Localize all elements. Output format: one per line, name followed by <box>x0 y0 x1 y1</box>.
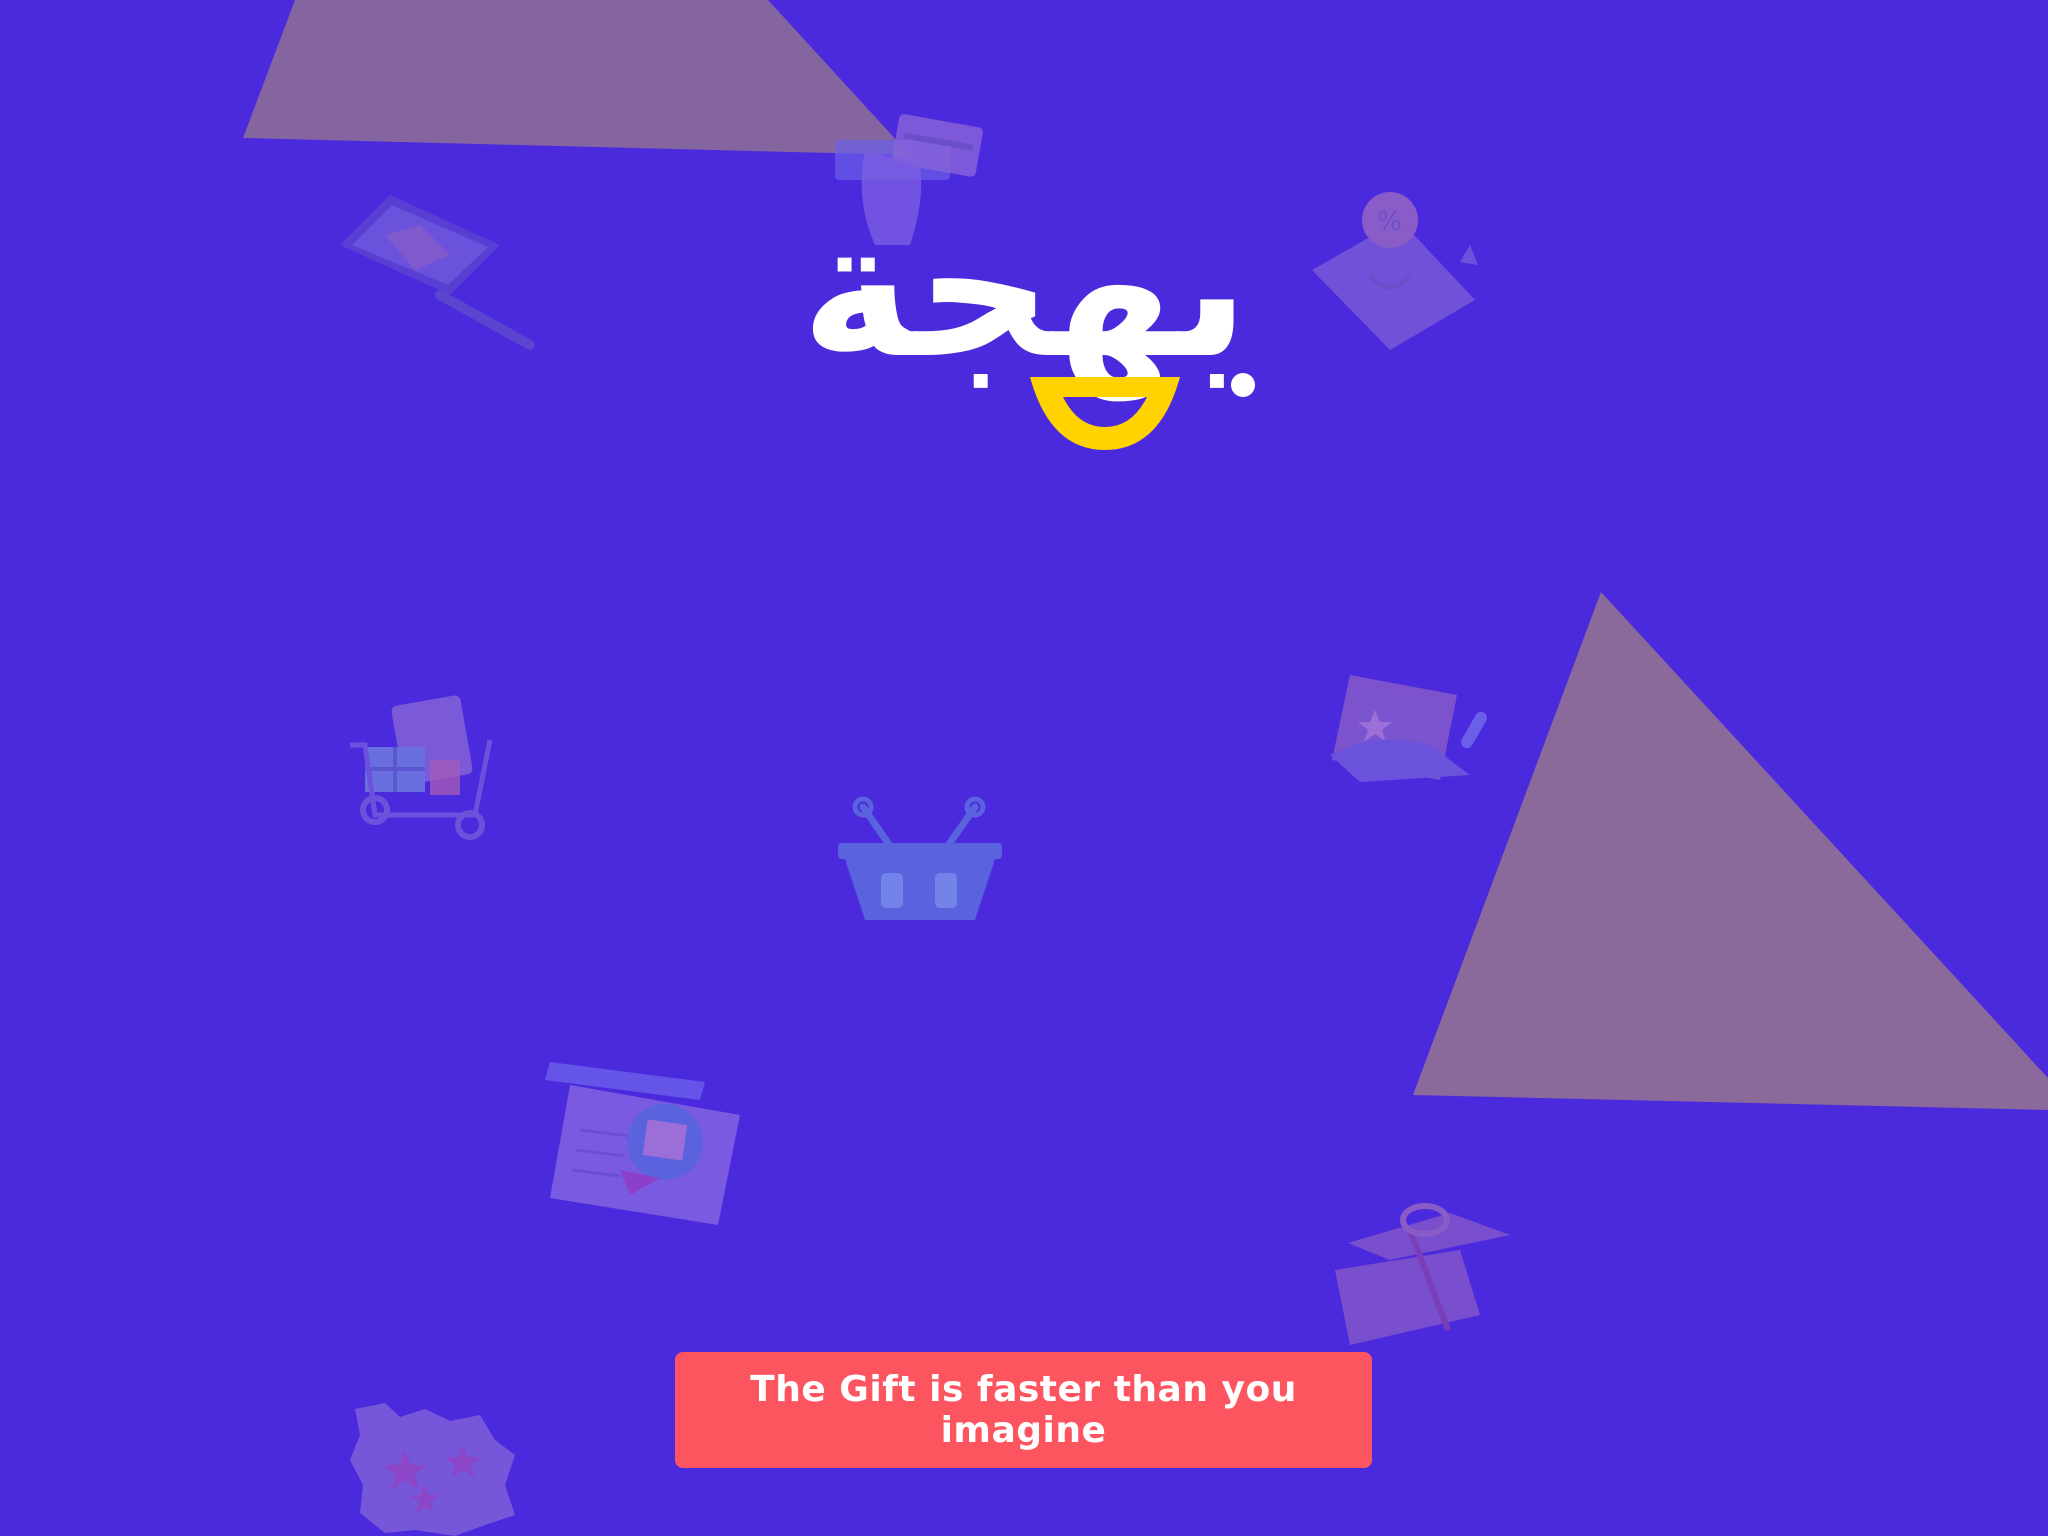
top-left-triangle <box>243 0 910 155</box>
splash-screen: % بهجة The Gift is faster than you imagi… <box>0 0 2048 1536</box>
logo-dot <box>1231 373 1255 397</box>
gift-hand-icon <box>1330 675 1487 782</box>
logo-wordmark: بهجة <box>801 185 1250 402</box>
cta-button[interactable]: The Gift is faster than you imagine <box>675 1352 1372 1468</box>
logo-smile <box>1030 377 1180 450</box>
laptop-package-icon <box>340 195 535 350</box>
bahja-logo: بهجة <box>801 185 1255 450</box>
right-triangle <box>1413 592 2048 1110</box>
discount-location-icon: % <box>1312 192 1478 350</box>
basket-icon <box>838 796 1002 920</box>
gift-box-icon <box>1335 1203 1510 1345</box>
svg-text:%: % <box>1377 207 1402 237</box>
map-package-icon <box>545 1062 740 1225</box>
shopping-cart-icon <box>350 695 493 840</box>
star-badge-icon <box>350 1403 515 1536</box>
